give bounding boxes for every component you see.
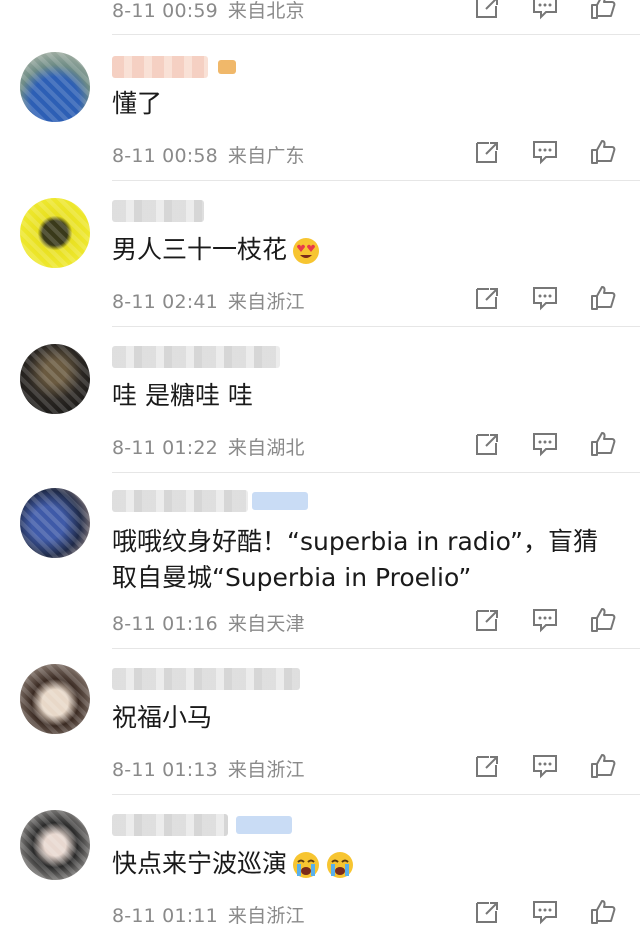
comment-meta: 8-11 00:58 来自广东 [112, 141, 315, 168]
comment-text-line: 哦哦纹身好酷！“superbia in radio”，盲猜 [112, 527, 598, 556]
comment-icon[interactable] [532, 431, 558, 457]
comment-location: 来自湖北 [227, 437, 305, 459]
comment-icon[interactable] [532, 139, 558, 165]
divider [112, 472, 640, 473]
share-icon[interactable] [474, 285, 500, 311]
comment-date: 8-11 01:11 [112, 905, 218, 927]
member-tag [252, 492, 308, 510]
comment-actions [474, 0, 616, 20]
comment-meta: 8-11 00:59 来自北京 [112, 0, 315, 23]
username-redacted[interactable] [112, 668, 300, 690]
comment-meta: 8-11 01:22 来自湖北 [112, 433, 315, 460]
comment-actions [474, 431, 616, 457]
thumbs-up-icon[interactable] [590, 753, 616, 779]
comment-location: 来自北京 [227, 0, 305, 22]
avatar[interactable] [20, 664, 90, 734]
share-icon[interactable] [474, 139, 500, 165]
crying-emoji [327, 852, 354, 878]
member-tag [236, 816, 292, 834]
username-redacted[interactable] [112, 200, 204, 222]
comment-actions [474, 607, 616, 633]
share-icon[interactable] [474, 753, 500, 779]
comment-date: 8-11 01:16 [112, 613, 218, 635]
thumbs-up-icon[interactable] [590, 0, 616, 20]
comment-date: 8-11 02:41 [112, 291, 218, 313]
comment-text: 男人三十一枝花 [112, 232, 622, 268]
comment-icon[interactable] [532, 285, 558, 311]
comment-location: 来自浙江 [227, 905, 305, 927]
comment-actions [474, 753, 616, 779]
comment-icon[interactable] [532, 607, 558, 633]
username-redacted[interactable] [112, 814, 228, 836]
comment-date: 8-11 01:22 [112, 437, 218, 459]
vip-badge-icon [218, 60, 236, 74]
comment-meta: 8-11 01:16 来自天津 [112, 609, 315, 636]
comment-text: 哦哦纹身好酷！“superbia in radio”，盲猜 取自曼城“Super… [112, 524, 622, 596]
comment-location: 来自浙江 [227, 759, 305, 781]
thumbs-up-icon[interactable] [590, 607, 616, 633]
divider [112, 180, 640, 181]
comment-location: 来自广东 [227, 145, 305, 167]
comment-text: 祝福小马 [112, 703, 213, 732]
divider [112, 326, 640, 327]
comment-icon[interactable] [532, 0, 558, 20]
comment-location: 来自浙江 [227, 291, 305, 313]
comment-icon[interactable] [532, 753, 558, 779]
avatar[interactable] [20, 344, 90, 414]
comment-text-content: 男人三十一枝花 [112, 235, 288, 264]
share-icon[interactable] [474, 431, 500, 457]
username-redacted[interactable] [112, 490, 248, 512]
thumbs-up-icon[interactable] [590, 431, 616, 457]
heart-eyes-emoji [293, 238, 320, 264]
divider [112, 648, 640, 649]
divider [112, 794, 640, 795]
comment-actions [474, 285, 616, 311]
avatar[interactable] [20, 198, 90, 268]
comment-meta: 8-11 02:41 来自浙江 [112, 287, 315, 314]
comment-text: 懂了 [112, 89, 163, 118]
avatar[interactable] [20, 810, 90, 880]
share-icon[interactable] [474, 607, 500, 633]
username-redacted[interactable] [112, 56, 208, 78]
thumbs-up-icon[interactable] [590, 285, 616, 311]
comment-text: 快点来宁波巡演 [112, 846, 622, 882]
comment-meta: 8-11 01:13 来自浙江 [112, 755, 315, 782]
avatar[interactable] [20, 52, 90, 122]
comment-location: 来自天津 [227, 613, 305, 635]
comment-text-line: 取自曼城“Superbia in Proelio” [112, 563, 472, 592]
comment-icon[interactable] [532, 899, 558, 925]
thumbs-up-icon[interactable] [590, 139, 616, 165]
avatar[interactable] [20, 488, 90, 558]
comment-text: 哇 是糖哇 哇 [112, 381, 253, 410]
thumbs-up-icon[interactable] [590, 899, 616, 925]
comment-date: 8-11 01:13 [112, 759, 218, 781]
crying-emoji [293, 852, 320, 878]
comment-date: 8-11 00:59 [112, 0, 218, 22]
comment-text-content: 快点来宁波巡演 [112, 849, 288, 878]
username-redacted[interactable] [112, 346, 280, 368]
divider [112, 34, 640, 35]
comment-actions [474, 899, 616, 925]
share-icon[interactable] [474, 899, 500, 925]
comment-meta: 8-11 01:11 来自浙江 [112, 901, 315, 928]
comment-actions [474, 139, 616, 165]
share-icon[interactable] [474, 0, 500, 20]
comment-date: 8-11 00:58 [112, 145, 218, 167]
